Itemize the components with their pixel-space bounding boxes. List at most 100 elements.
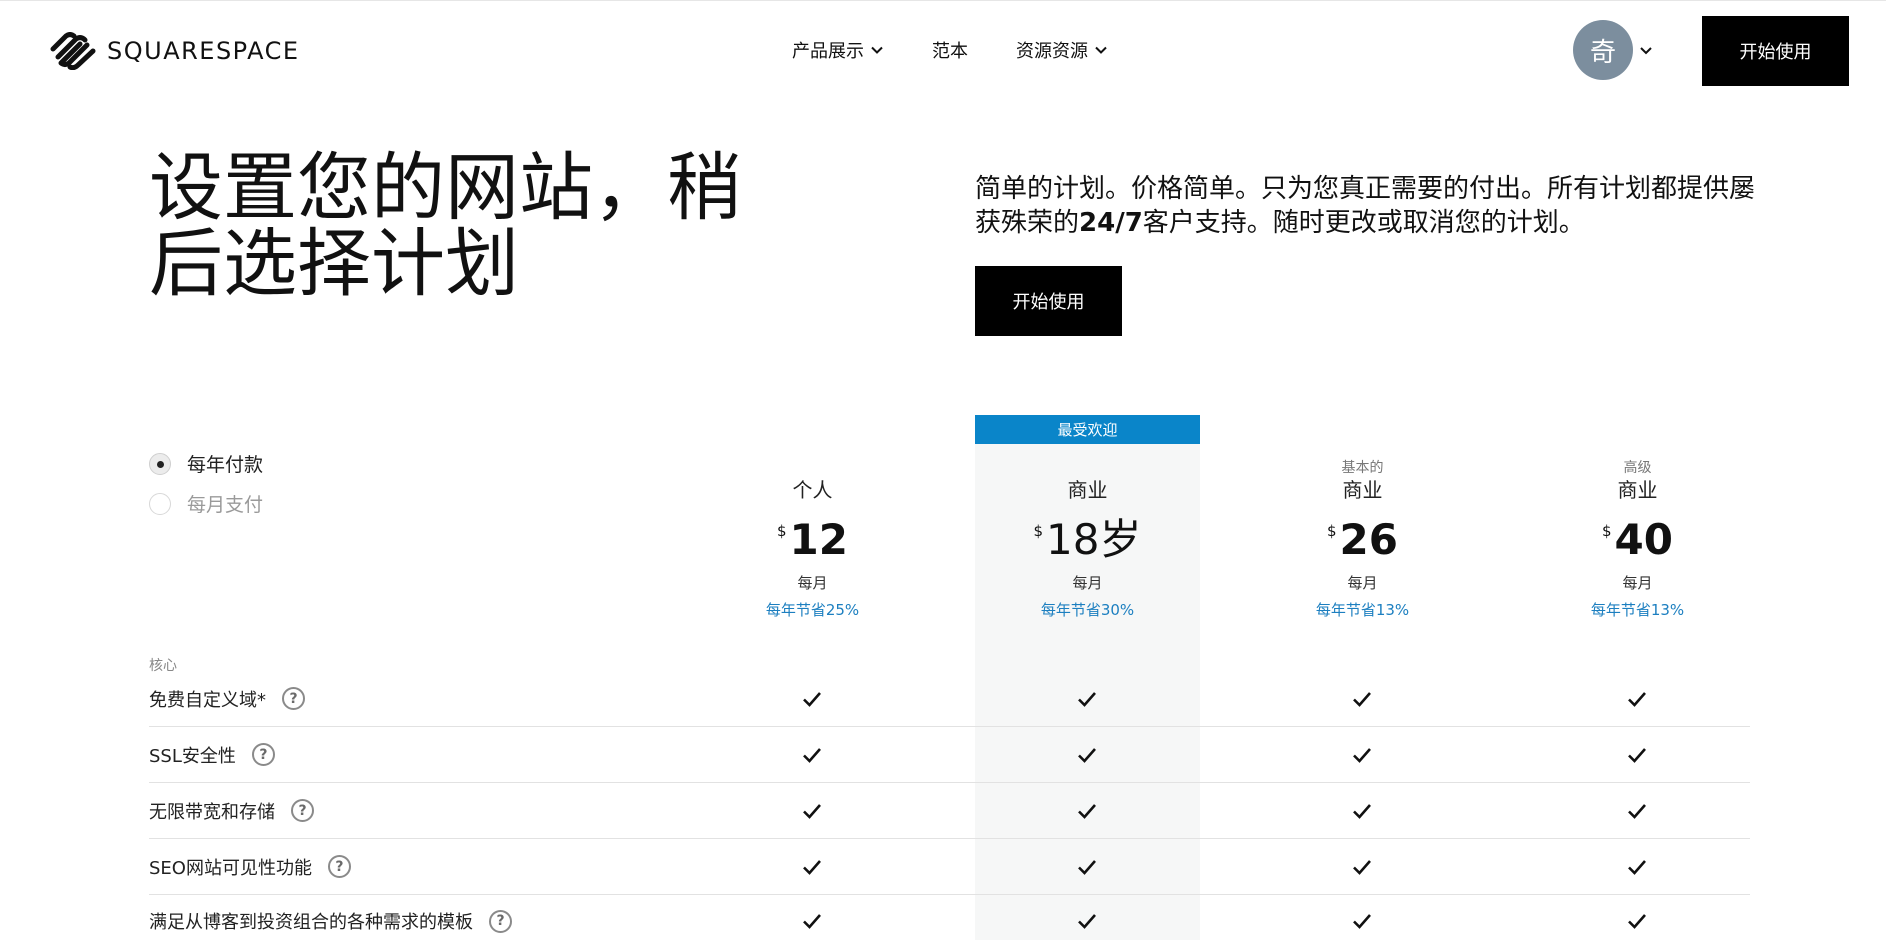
nav-item-resources-label: 资源资源 [1016, 41, 1088, 62]
feature-row: SEO网站可见性功能 ? [149, 839, 1750, 895]
billing-monthly-option[interactable]: 每月支付 [149, 490, 263, 517]
billing-annual-radio[interactable] [149, 452, 171, 475]
page-title-line2: 后选择计划 [149, 221, 519, 307]
feature-label-text: 无限带宽和存储 [149, 801, 275, 823]
checkmark-icon [1353, 914, 1371, 929]
currency-symbol: $ [1033, 522, 1044, 540]
checkmark-icon [1353, 860, 1371, 875]
help-icon[interactable]: ? [291, 799, 314, 822]
checkmark-icon [1078, 804, 1096, 819]
billing-annual-option[interactable]: 每年付款 [149, 450, 263, 477]
nav-item-templates-label: 范本 [932, 41, 968, 62]
plan-business: 商业 $ 18岁 每月 每年节省30% [975, 458, 1200, 620]
annual-savings: 每年节省25% [765, 601, 860, 619]
account-chevron-down-icon[interactable] [1638, 43, 1654, 59]
checkmark-icon [1628, 914, 1646, 929]
checkmark-icon [803, 748, 821, 763]
feature-row: SSL安全性 ? [149, 727, 1750, 783]
plan-advanced-commerce: 高级 商业 $ 40 每月 每年节省13% [1525, 458, 1750, 620]
page-title-line1: 设置您的网站，稍 [149, 145, 741, 231]
plan-basic-commerce: 基本的 商业 $ 26 每月 每年节省13% [1250, 458, 1475, 620]
help-icon[interactable]: ? [282, 687, 305, 710]
checkmark-icon [1353, 804, 1371, 819]
checkmark-icon [803, 860, 821, 875]
feature-label-text: 满足从博客到投资组合的各种需求的模板 [149, 912, 473, 933]
plan-name: 个人 [792, 478, 833, 502]
help-icon[interactable]: ? [327, 855, 351, 878]
feature-row: 无限带宽和存储 ? [149, 783, 1750, 839]
checkmark-icon [1628, 692, 1646, 707]
price-period: 每月 [1072, 574, 1103, 592]
checkmark-icon [803, 804, 821, 819]
checkmark-icon [1078, 860, 1096, 875]
price-amount: 12 [789, 515, 848, 564]
plan-name: 商业 [1067, 478, 1108, 502]
checkmark-icon [1353, 692, 1371, 707]
plan-personal: 个人 $ 12 每月 每年节省25% [700, 458, 925, 620]
plan-tier [700, 458, 925, 478]
squarespace-logo[interactable]: SQUARESPACE [49, 32, 300, 70]
chevron-down-icon [1095, 46, 1107, 54]
annual-savings: 每年节省13% [1590, 601, 1685, 619]
plan-tier [975, 458, 1200, 478]
price-amount: 26 [1339, 515, 1398, 564]
help-icon[interactable]: ? [251, 743, 275, 766]
most-popular-badge: 最受欢迎 [975, 415, 1200, 444]
main-nav: 产品展示 范本 资源资源 [792, 36, 1108, 64]
checkmark-icon [1078, 914, 1096, 929]
price-amount: 18岁 [1046, 515, 1142, 564]
hero-desc-bold: 24/7 [1079, 208, 1143, 238]
feature-label: SSL安全性 ? [149, 727, 275, 782]
plan-tier: 基本的 [1341, 460, 1384, 476]
price-amount: 40 [1614, 515, 1673, 564]
plan-price: $ 18岁 [975, 516, 1200, 566]
hero-get-started-button[interactable]: 开始使用 [975, 266, 1122, 336]
checkmark-icon [1078, 748, 1096, 763]
billing-monthly-radio[interactable] [149, 492, 171, 515]
feature-label: SEO网站可见性功能 ? [149, 839, 351, 894]
checkmark-icon [803, 692, 821, 707]
logo-text: SQUARESPACE [107, 37, 300, 65]
checkmark-icon [1628, 860, 1646, 875]
hero-description: 简单的计划。价格简单。只为您真正需要的付出。所有计划都提供屡获殊荣的24/7客户… [975, 172, 1755, 240]
avatar-initial: 奇 [1589, 37, 1616, 68]
help-icon[interactable]: ? [489, 909, 512, 933]
squarespace-logo-icon [50, 32, 96, 70]
nav-item-products-label: 产品展示 [792, 41, 864, 62]
plan-price: $ 12 [700, 516, 925, 566]
plan-price: $ 40 [1525, 516, 1750, 566]
billing-monthly-label: 每月支付 [187, 494, 264, 516]
price-period: 每月 [1622, 574, 1653, 592]
price-period: 每月 [797, 574, 828, 592]
header-get-started-button[interactable]: 开始使用 [1702, 16, 1849, 86]
plan-name: 商业 [1342, 478, 1383, 502]
plan-name: 商业 [1617, 478, 1658, 502]
user-avatar[interactable]: 奇 [1573, 20, 1633, 80]
feature-label: 满足从博客到投资组合的各种需求的模板 ? [149, 893, 512, 940]
plan-tier: 高级 [1623, 460, 1652, 476]
nav-item-resources[interactable]: 资源资源 [1016, 37, 1108, 63]
checkmark-icon [1353, 748, 1371, 763]
annual-savings: 每年节省30% [1040, 601, 1135, 619]
hero-desc-part2: 客户支持。随时更改或取消您的计划。 [1142, 208, 1585, 238]
currency-symbol: $ [777, 522, 787, 540]
feature-label-text: SEO网站可见性功能 [149, 857, 312, 879]
feature-row: 免费自定义域* ? [149, 671, 1750, 727]
feature-label-text: 免费自定义域* [149, 689, 266, 711]
price-period: 每月 [1347, 574, 1378, 592]
feature-row: 满足从博客到投资组合的各种需求的模板 ? [149, 893, 1750, 940]
chevron-down-icon [871, 46, 883, 54]
checkmark-icon [1628, 804, 1646, 819]
nav-item-templates[interactable]: 范本 [932, 37, 968, 63]
feature-label: 无限带宽和存储 ? [149, 783, 314, 838]
checkmark-icon [1628, 748, 1646, 763]
checkmark-icon [1078, 692, 1096, 707]
currency-symbol: $ [1602, 522, 1612, 540]
header-top-border [0, 0, 1886, 1]
nav-item-products[interactable]: 产品展示 [792, 37, 884, 63]
plan-price: $ 26 [1250, 516, 1475, 566]
currency-symbol: $ [1327, 522, 1337, 540]
feature-label-text: SSL安全性 [149, 745, 236, 767]
feature-label: 免费自定义域* ? [149, 671, 305, 726]
billing-annual-label: 每年付款 [187, 454, 264, 476]
